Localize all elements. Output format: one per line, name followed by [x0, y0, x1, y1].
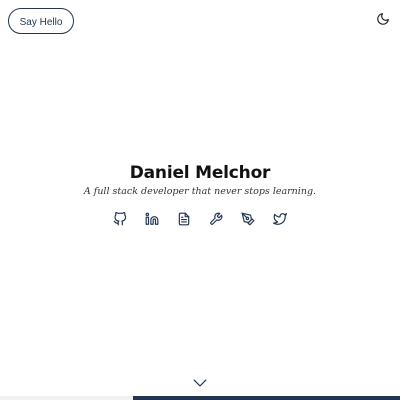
next-section-strip-dark — [133, 396, 400, 400]
linkedin-icon[interactable] — [145, 212, 159, 226]
pen-icon[interactable] — [241, 212, 255, 226]
chevron-down-icon[interactable] — [193, 378, 207, 388]
github-icon[interactable] — [113, 212, 127, 226]
moon-icon[interactable] — [376, 12, 390, 26]
twitter-icon[interactable] — [273, 212, 287, 226]
page: Say Hello Daniel Melchor A full stack de… — [0, 0, 400, 400]
social-links — [0, 212, 400, 228]
next-section-strip-light — [0, 396, 133, 400]
say-hello-button[interactable]: Say Hello — [8, 8, 74, 34]
wrench-icon[interactable] — [209, 212, 223, 226]
hero-tagline: A full stack developer that never stops … — [83, 186, 317, 197]
document-icon[interactable] — [177, 212, 191, 226]
hero: Daniel Melchor A full stack developer th… — [0, 160, 400, 198]
hero-name: Daniel Melchor — [129, 163, 271, 183]
